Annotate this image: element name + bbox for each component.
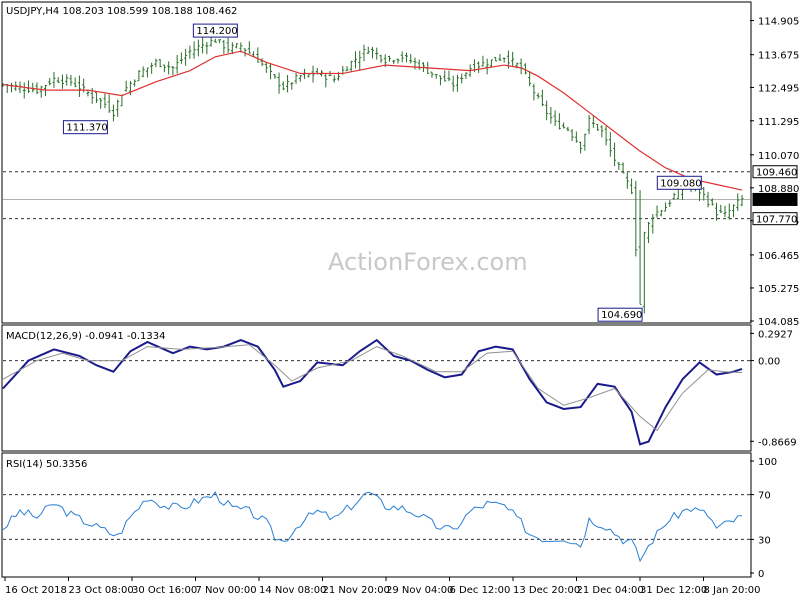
- x-tick-label: 23 Oct 08:00: [69, 585, 134, 596]
- x-tick-label: 31 Dec 12:00: [640, 585, 707, 596]
- level-tag-label: 109.460: [756, 168, 797, 179]
- price-annotation: 104.690: [597, 307, 643, 322]
- x-tick-label: 29 Nov 04:00: [386, 585, 453, 596]
- watermark: ActionForex.com: [328, 248, 528, 276]
- x-tick-label: 21 Nov 20:00: [323, 585, 390, 596]
- level-tag: 108.462: [752, 192, 798, 206]
- price-annotation: 114.200: [192, 23, 238, 38]
- x-tick-label: 7 Nov 00:00: [196, 585, 257, 596]
- annotation-label: 109.080: [660, 178, 701, 189]
- x-tick-label: 6 Dec 12:00: [450, 585, 511, 596]
- price-annotation: 109.080: [656, 175, 702, 190]
- rsi-ytick-label: 0: [758, 569, 764, 580]
- rsi-ytick-label: 100: [758, 457, 777, 468]
- level-tag-label: 108.462: [756, 195, 797, 206]
- x-tick-label: 16 Oct 2018: [5, 585, 67, 596]
- price-ytick-label: 104.085: [758, 317, 799, 328]
- price-ytick-label: 110.070: [758, 151, 799, 162]
- macd-pane: [1, 324, 752, 452]
- level-tag: 109.460: [752, 165, 798, 179]
- rsi-ytick-label: 70: [758, 491, 771, 502]
- rsi-ytick-label: 30: [758, 535, 771, 546]
- level-tag: 107.770: [752, 212, 798, 226]
- rsi-pane-title: RSI(14) 50.3356: [6, 459, 87, 470]
- x-tick-label: 21 Dec 04:00: [577, 585, 644, 596]
- rsi-pane: [1, 452, 752, 578]
- price-annotation: 111.370: [62, 120, 108, 135]
- macd-ytick-label: -0.8669: [758, 437, 797, 448]
- x-tick-label: 30 Oct 16:00: [132, 585, 197, 596]
- macd-pane-title: MACD(12,26,9) -0.0941 -0.1334: [6, 331, 166, 342]
- chart-window: 114.200 111.370 109.080 104.690 114.905 113.…: [0, 0, 800, 600]
- x-tick-label: 13 Dec 20:00: [513, 585, 580, 596]
- macd-ytick-label: 0.2927: [758, 329, 793, 340]
- x-tick-label: 14 Nov 08:00: [259, 585, 326, 596]
- price-ytick-label: 112.495: [758, 83, 799, 94]
- price-ytick-label: 105.275: [758, 284, 799, 295]
- level-tag-label: 107.770: [756, 215, 797, 226]
- chart-svg: 114.200 111.370 109.080 104.690 114.905 113.…: [1, 1, 799, 596]
- x-tick-label: 8 Jan 20:00: [704, 585, 761, 596]
- annotation-label: 104.690: [601, 310, 642, 321]
- price-ytick-label: 114.905: [758, 17, 799, 28]
- macd-ytick-label: 0.00: [758, 357, 780, 368]
- price-pane-title: USDJPY,H4 108.203 108.599 108.188 108.46…: [6, 6, 237, 17]
- price-ytick-label: 106.465: [758, 251, 799, 262]
- annotation-label: 114.200: [196, 26, 237, 37]
- price-ytick-label: 111.295: [758, 117, 799, 128]
- price-ytick-label: 113.675: [758, 51, 799, 62]
- annotation-label: 111.370: [66, 123, 107, 134]
